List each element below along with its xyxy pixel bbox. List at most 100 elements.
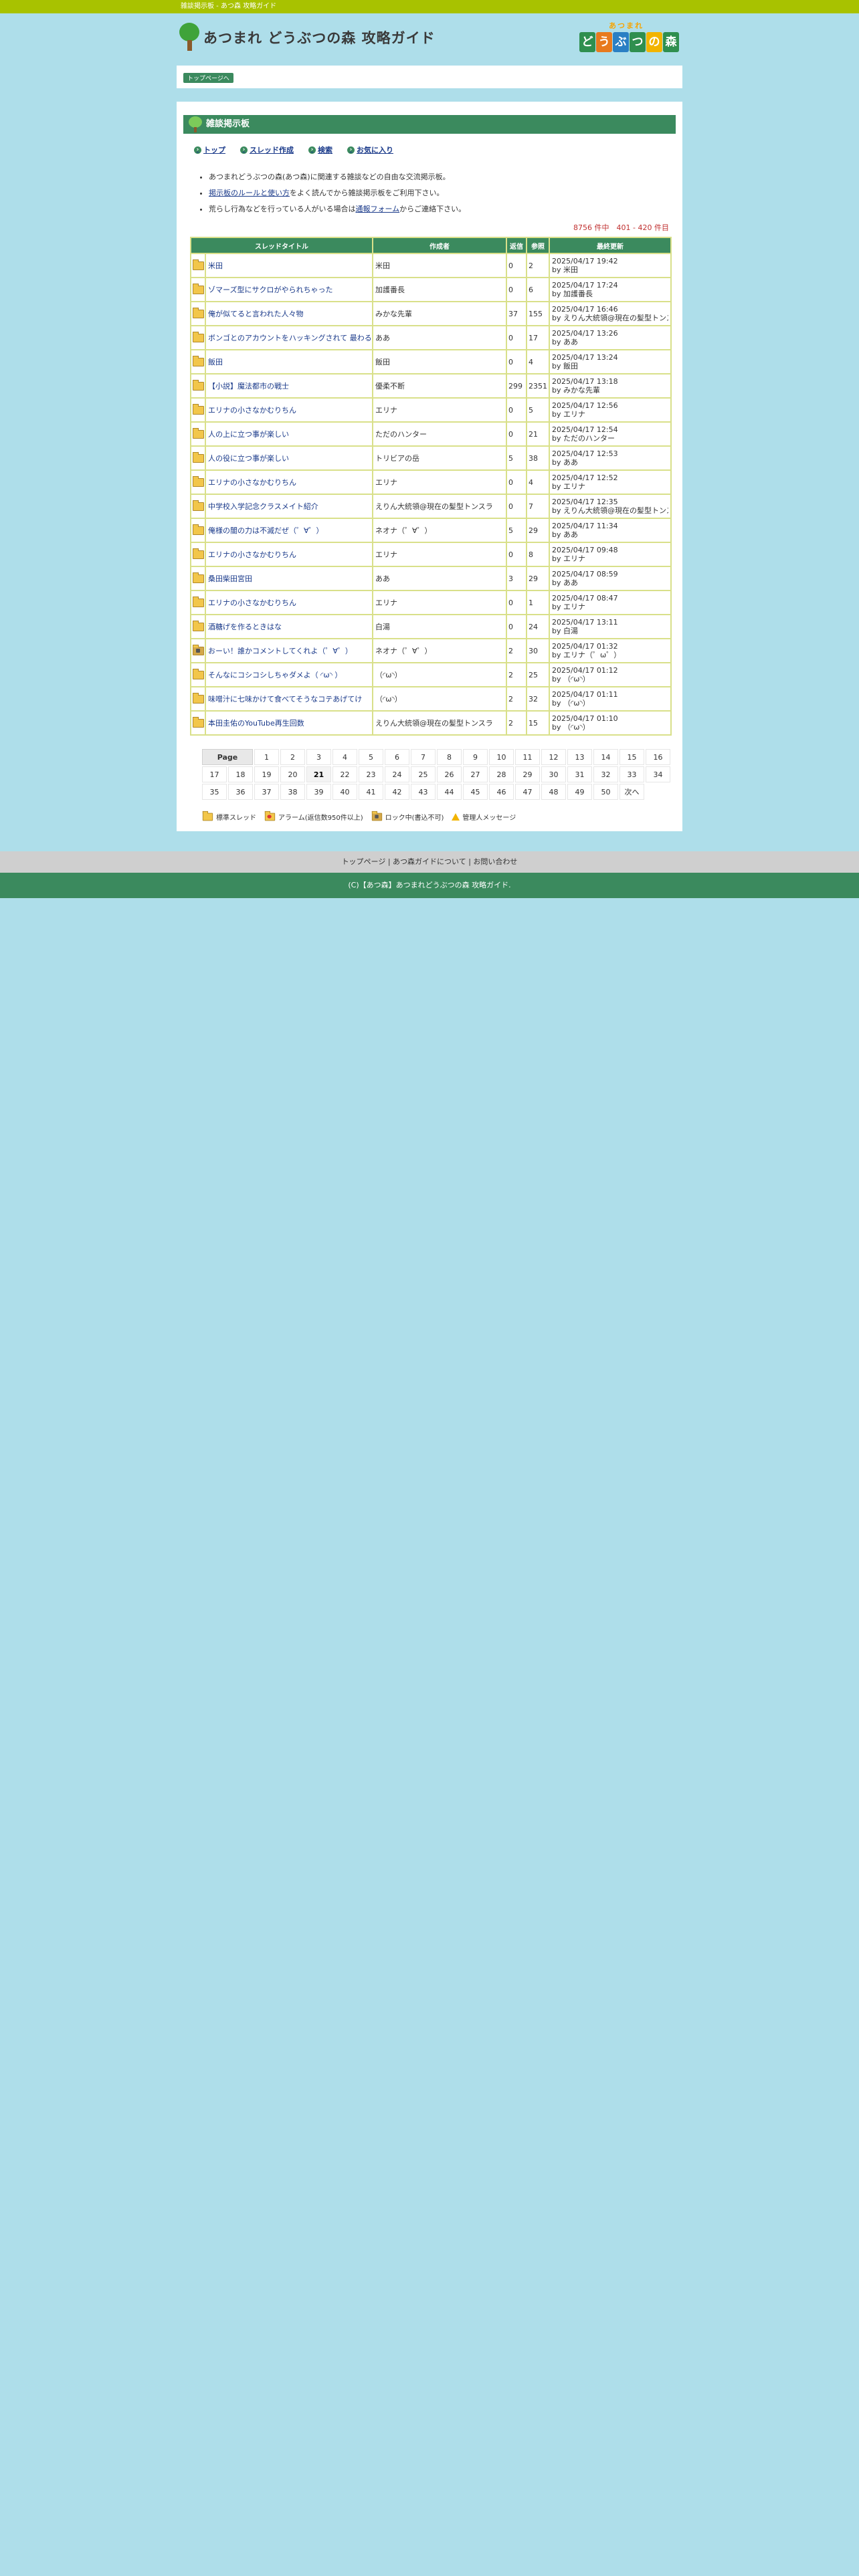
menu-search-link[interactable]: › 検索 [308, 144, 332, 155]
page-link[interactable]: 3 [306, 749, 331, 765]
page-link[interactable]: 24 [385, 766, 409, 782]
page-link[interactable]: 14 [593, 749, 618, 765]
site-logo[interactable]: あつまれ どうぶつの森 攻略ガイド [179, 23, 436, 52]
page-link[interactable]: 18 [228, 766, 253, 782]
page-link[interactable]: 4 [332, 749, 357, 765]
last-update-by: by みかな先輩 [552, 386, 600, 395]
page-link[interactable]: 15 [619, 749, 644, 765]
thread-title-link[interactable]: 俺様の闇の力は不滅だぜ（゜∀゜） [208, 526, 324, 535]
thread-views: 155 [527, 302, 549, 325]
page-link[interactable]: 29 [515, 766, 540, 782]
page-link[interactable]: 20 [280, 766, 305, 782]
page-current[interactable]: 21 [306, 766, 331, 782]
page-link[interactable]: 46 [489, 784, 514, 800]
menu-create-thread-link[interactable]: › スレッド作成 [240, 144, 294, 155]
thread-replies: 0 [507, 495, 526, 518]
page-link[interactable]: 16 [646, 749, 670, 765]
breadcrumb-top-link[interactable]: トップページへ [183, 73, 233, 83]
thread-title-link[interactable]: 飯田 [208, 358, 223, 366]
page-link[interactable]: 17 [202, 766, 227, 782]
page-link[interactable]: 19 [254, 766, 279, 782]
page-link[interactable]: 9 [463, 749, 488, 765]
page-link[interactable]: 28 [489, 766, 514, 782]
thread-last-update: 2025/04/17 13:18 by みかな先輩 [550, 374, 670, 397]
thread-title-link[interactable]: 人の役に立つ事が楽しい [208, 454, 289, 463]
thread-title-link[interactable]: 酒糖げを作るときはな [208, 623, 282, 631]
page-link[interactable]: 23 [359, 766, 383, 782]
thread-title-link[interactable]: エリナの小さなかむりちん [208, 406, 296, 415]
thread-title-link[interactable]: 中学校入学記念クラスメイト紹介 [208, 502, 318, 511]
thread-title-link[interactable]: 味噌汁に七味かけて食べてそうなコテあげてけ [208, 695, 362, 704]
menu-top-link[interactable]: › トップ [194, 144, 225, 155]
thread-title-link[interactable]: 俺が似てると言われた人々物 [208, 310, 303, 318]
page-link[interactable]: 38 [280, 784, 305, 800]
thread-title-link[interactable]: エリナの小さなかむりちん [208, 478, 296, 487]
page-link[interactable]: 10 [489, 749, 514, 765]
thread-table-header: スレッドタイトル 作成者 返信 参照 最終更新 [191, 238, 670, 253]
page-link[interactable]: 8 [437, 749, 462, 765]
thread-icon-cell [191, 326, 205, 349]
report-form-link[interactable]: 通報フォーム [355, 205, 399, 213]
page-link[interactable]: 12 [541, 749, 566, 765]
page-link[interactable]: 6 [385, 749, 409, 765]
thread-title-link[interactable]: 人の上に立つ事が楽しい [208, 430, 289, 439]
logo-tile: ぶ [613, 32, 629, 52]
page-link[interactable]: 13 [567, 749, 592, 765]
page-link[interactable]: 7 [411, 749, 436, 765]
page-link[interactable]: 30 [541, 766, 566, 782]
thread-title-cell: 飯田 [206, 350, 372, 373]
page-link[interactable]: 33 [619, 766, 644, 782]
logo-tile: ど [579, 32, 595, 52]
thread-title-link[interactable]: 桑田柴田宮田 [208, 574, 252, 583]
thread-title-link[interactable]: おーい！誰かコメントしてくれよ（゜∀゜） [208, 647, 353, 655]
page-link[interactable]: 22 [332, 766, 357, 782]
page-link[interactable]: 42 [385, 784, 409, 800]
page-link[interactable]: 47 [515, 784, 540, 800]
thread-title-link[interactable]: 米田 [208, 261, 223, 270]
page-link[interactable]: 39 [306, 784, 331, 800]
page-link[interactable]: 45 [463, 784, 488, 800]
page-link[interactable]: 2 [280, 749, 305, 765]
thread-last-update: 2025/04/17 11:34 by ああ [550, 519, 670, 542]
legend-standard: 標準スレッド [202, 811, 256, 822]
page-link[interactable]: 32 [593, 766, 618, 782]
page-link[interactable]: 35 [202, 784, 227, 800]
page-link[interactable]: 1 [254, 749, 279, 765]
page-link[interactable]: 48 [541, 784, 566, 800]
page-link[interactable]: 5 [359, 749, 383, 765]
page-link[interactable]: 11 [515, 749, 540, 765]
thread-title-link[interactable]: そんなにコシコシしちゃダメよ（ ◜ω◝ ） [208, 671, 342, 679]
page-link[interactable]: 36 [228, 784, 253, 800]
page-link[interactable]: 50 [593, 784, 618, 800]
last-update-date: 2025/04/17 16:46 [552, 305, 618, 314]
thread-last-update: 2025/04/17 13:26 by ああ [550, 326, 670, 349]
thread-title-link[interactable]: 【小説】魔法都市の戦士 [208, 382, 289, 391]
page-link[interactable]: 25 [411, 766, 436, 782]
page-link[interactable]: 40 [332, 784, 357, 800]
thread-title-link[interactable]: 本田圭佑のYouTube再生回数 [208, 719, 304, 728]
footer-link-about[interactable]: あつ森ガイドについて [393, 857, 466, 866]
page-link[interactable]: 37 [254, 784, 279, 800]
page-link[interactable]: 41 [359, 784, 383, 800]
thread-replies: 2 [507, 663, 526, 686]
page-link[interactable]: 43 [411, 784, 436, 800]
thread-author: エリナ [373, 471, 506, 494]
page-link[interactable]: 34 [646, 766, 670, 782]
page-link[interactable]: 次へ [619, 784, 644, 800]
page-link[interactable]: 27 [463, 766, 488, 782]
page-link[interactable]: 26 [437, 766, 462, 782]
thread-title-link[interactable]: エリナの小さなかむりちん [208, 550, 296, 559]
thread-title-link[interactable]: ゾマーズ型にサクロがやられちゃった [208, 286, 332, 294]
thread-row: 【小説】魔法都市の戦士 優柔不断 299 2351 2025/04/17 13:18 by… [191, 374, 670, 397]
thread-title-link[interactable]: エリナの小さなかむりちん [208, 599, 296, 607]
footer-link-contact[interactable]: お問い合わせ [473, 857, 517, 866]
thread-title-link[interactable]: ボンゴとのアカウントをハッキングされて 最わるう〜くん [208, 334, 372, 342]
menu-favorites-link[interactable]: › お気に入り [347, 144, 393, 155]
page-link[interactable]: 44 [437, 784, 462, 800]
page-link[interactable]: 49 [567, 784, 592, 800]
thread-views: 17 [527, 326, 549, 349]
footer-link-top[interactable]: トップページ [342, 857, 386, 866]
page-link[interactable]: 31 [567, 766, 592, 782]
logo-tile: の [646, 32, 662, 52]
rules-link[interactable]: 掲示板のルールと使い方 [209, 189, 290, 197]
